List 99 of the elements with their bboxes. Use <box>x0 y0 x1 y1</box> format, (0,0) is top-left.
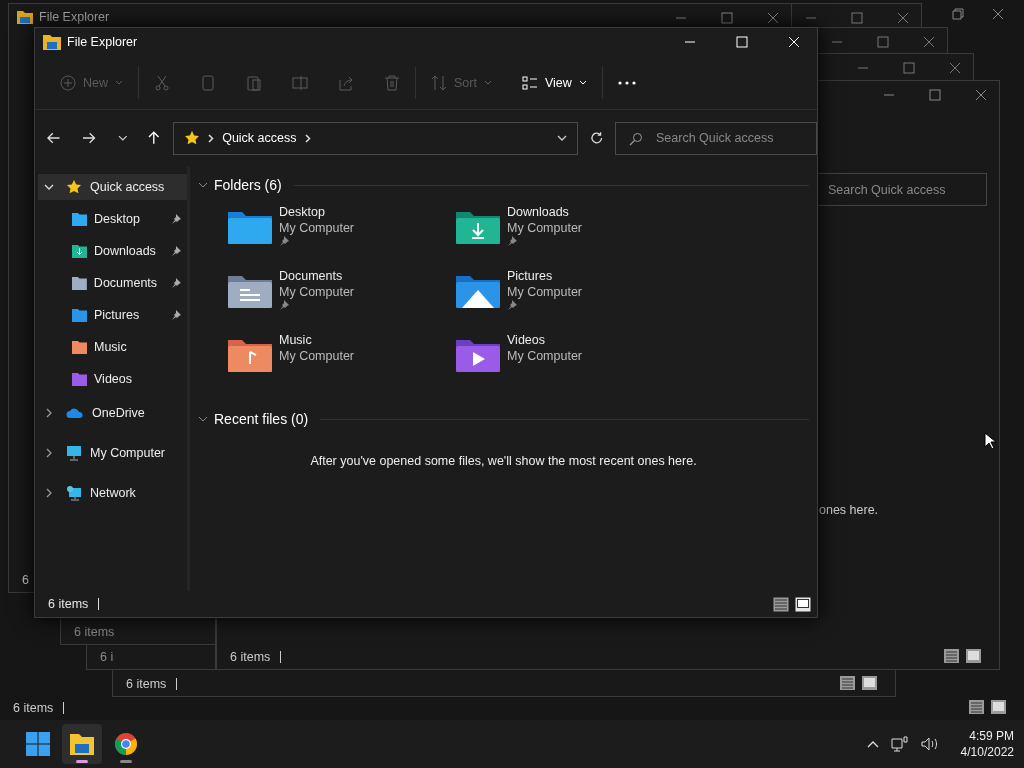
sidebar-item[interactable]: My Computer <box>38 440 187 466</box>
more-icon <box>617 80 636 85</box>
chevron-right-icon[interactable] <box>44 408 54 418</box>
folder-icon <box>72 372 87 386</box>
folder-tile[interactable]: Music My Computer <box>228 332 456 396</box>
view-toggle-icon[interactable] <box>943 648 983 664</box>
folder-icon <box>17 10 33 24</box>
caret-icon <box>483 80 492 85</box>
folder-icon <box>228 338 272 372</box>
window-title: File Explorer <box>39 10 110 24</box>
sidebar-item[interactable]: Documents <box>38 270 187 296</box>
view-button[interactable]: View <box>506 64 602 101</box>
folder-icon <box>456 210 500 244</box>
status-text: 6 items <box>126 678 178 690</box>
sort-icon <box>431 74 447 91</box>
chevron-down-icon[interactable] <box>198 182 208 188</box>
share-icon <box>338 74 354 91</box>
restore-icon[interactable] <box>952 8 964 20</box>
pin-icon <box>171 310 181 320</box>
search-icon <box>629 131 643 146</box>
folder-icon <box>72 276 87 290</box>
section-title: Folders (6) <box>214 177 282 193</box>
folder-tile[interactable]: Documents My Computer <box>228 268 456 332</box>
breadcrumb[interactable]: Quick access <box>222 131 297 145</box>
refresh-icon[interactable] <box>589 131 603 145</box>
windows-logo-icon <box>26 732 50 756</box>
status-text: 6 items <box>48 598 100 610</box>
sidebar-item[interactable]: Network <box>38 480 187 506</box>
folder-icon <box>72 308 87 322</box>
sidebar-item[interactable]: OneDrive <box>38 400 187 426</box>
chevron-right-icon[interactable] <box>44 448 54 458</box>
forward-arrow-icon[interactable] <box>82 132 96 144</box>
chevron-up-icon[interactable] <box>866 740 879 748</box>
window-title: File Explorer <box>67 35 138 49</box>
search-field[interactable]: Search Quick access <box>615 121 817 155</box>
caret-icon <box>115 80 123 85</box>
folder-tile[interactable]: Downloads My Computer <box>456 204 684 268</box>
caret-icon <box>578 80 587 85</box>
sidebar-item[interactable]: Desktop <box>38 206 187 232</box>
folder-icon <box>228 210 272 244</box>
folder-icon <box>456 274 500 308</box>
paste-icon <box>246 74 262 91</box>
scissors-icon <box>154 74 170 91</box>
sidebar-item[interactable]: Music <box>38 334 187 360</box>
empty-message: ones here. <box>819 503 879 517</box>
sidebar-item[interactable]: Pictures <box>38 302 187 328</box>
folder-icon <box>456 338 500 372</box>
pin-icon <box>171 278 181 288</box>
star-icon <box>66 179 82 195</box>
chevron-right-icon <box>304 133 311 143</box>
folder-icon <box>72 244 87 258</box>
chevron-down-icon[interactable] <box>556 135 567 141</box>
view-icon <box>521 74 538 91</box>
search-field[interactable]: Search Quick access <box>817 173 987 206</box>
network-icon[interactable] <box>890 736 909 752</box>
chevron-down-icon[interactable] <box>198 416 208 422</box>
chevron-right-icon <box>208 133 215 143</box>
sidebar-item[interactable]: Quick access <box>38 174 187 200</box>
volume-icon[interactable] <box>920 737 939 751</box>
browser-logo-icon <box>114 732 138 756</box>
plus-circle-icon <box>60 74 76 91</box>
trash-icon <box>384 74 400 91</box>
status-text: 6 i <box>100 651 115 663</box>
folder-icon <box>72 340 87 354</box>
status-text: 6 items <box>13 702 65 714</box>
tiles-view-icon[interactable] <box>795 596 811 612</box>
up-arrow-icon[interactable] <box>147 131 160 145</box>
folder-icon <box>43 34 61 50</box>
network-icon <box>66 485 82 501</box>
folder-icon <box>228 274 272 308</box>
chevron-down-icon[interactable] <box>117 135 128 141</box>
folder-icon <box>70 733 94 755</box>
address-bar[interactable]: Quick access <box>173 121 578 155</box>
pin-icon <box>171 214 181 224</box>
pin-icon <box>171 246 181 256</box>
monitor-icon <box>66 445 82 461</box>
section-title: Recent files (0) <box>214 411 309 427</box>
back-arrow-icon[interactable] <box>47 132 61 144</box>
mouse-pointer-icon <box>984 432 996 450</box>
folder-tile[interactable]: Videos My Computer <box>456 332 684 396</box>
clock[interactable]: 4:59 PM 4/10/2022 <box>960 728 1014 760</box>
empty-message: After you've opened some files, we'll show the most recent ones here. <box>310 454 697 468</box>
copy-icon <box>200 74 216 91</box>
folder-icon <box>72 212 87 226</box>
status-text: 6 items <box>230 651 282 663</box>
rename-icon <box>292 74 308 91</box>
folder-tile[interactable]: Pictures My Computer <box>456 268 684 332</box>
details-view-icon[interactable] <box>773 596 789 612</box>
cloud-icon <box>66 407 84 419</box>
star-icon <box>184 130 201 146</box>
taskbar-app[interactable] <box>62 724 102 764</box>
chevron-down-icon[interactable] <box>44 182 54 192</box>
sidebar-item[interactable]: Downloads <box>38 238 187 264</box>
status-text: 6 items <box>74 626 116 638</box>
chevron-right-icon[interactable] <box>44 488 54 498</box>
sidebar-item[interactable]: Videos <box>38 366 187 392</box>
folder-tile[interactable]: Desktop My Computer <box>228 204 456 268</box>
view-toggle-icon[interactable] <box>839 675 879 691</box>
view-toggle-icon[interactable] <box>968 699 1008 715</box>
